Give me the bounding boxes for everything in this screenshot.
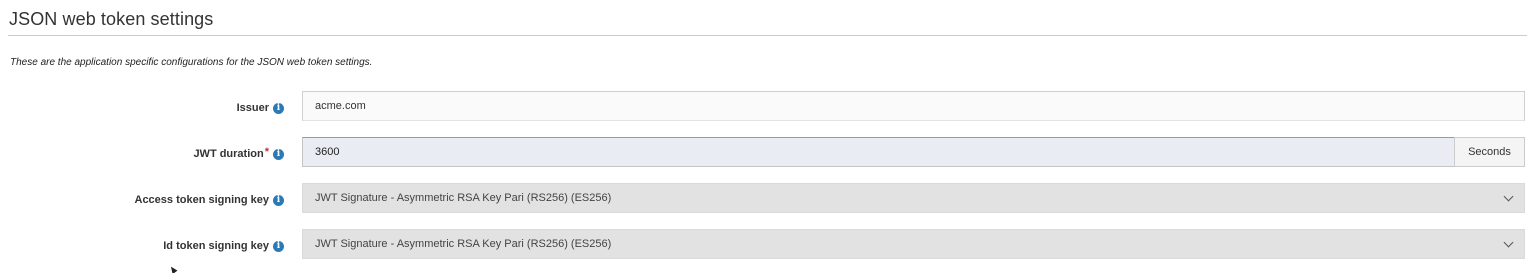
access-token-signing-key-row: Access token signing key i JWT Signature…: [0, 183, 1535, 213]
chevron-down-icon: [1503, 191, 1514, 201]
id-token-label-group: Id token signing key i: [163, 231, 284, 261]
jwt-duration-label-group: JWT duration * i: [193, 139, 284, 169]
duration-unit-addon: Seconds: [1454, 137, 1525, 167]
access-token-signing-key-select[interactable]: JWT Signature - Asymmetric RSA Key Pari …: [302, 183, 1525, 213]
issuer-label-group: Issuer i: [237, 93, 284, 123]
id-token-signing-key-label: Id token signing key: [163, 240, 269, 252]
section-description: These are the application specific confi…: [10, 57, 373, 68]
access-token-signing-key-label: Access token signing key: [134, 194, 270, 206]
mouse-cursor-icon: [168, 264, 178, 273]
issuer-row: Issuer i: [0, 91, 1535, 121]
chevron-down-icon: [1503, 237, 1514, 247]
section-title: JSON web token settings: [9, 9, 214, 29]
jwt-duration-label: JWT duration: [193, 148, 264, 160]
info-icon[interactable]: i: [273, 240, 284, 252]
id-token-signing-key-select[interactable]: JWT Signature - Asymmetric RSA Key Pari …: [302, 229, 1525, 259]
info-icon[interactable]: i: [273, 102, 284, 114]
select-value: JWT Signature - Asymmetric RSA Key Pari …: [315, 238, 612, 250]
issuer-label: Issuer: [236, 102, 269, 114]
required-marker: *: [264, 146, 269, 158]
section-divider: [8, 35, 1527, 36]
info-icon[interactable]: i: [273, 194, 284, 206]
select-value: JWT Signature - Asymmetric RSA Key Pari …: [315, 192, 612, 204]
jwt-duration-input[interactable]: [302, 137, 1454, 167]
jwt-settings-panel: JSON web token settings These are the ap…: [0, 0, 1535, 273]
issuer-input[interactable]: [302, 91, 1525, 121]
jwt-duration-row: JWT duration * i Seconds: [0, 137, 1535, 167]
info-icon[interactable]: i: [273, 148, 284, 160]
id-token-signing-key-row: Id token signing key i JWT Signature - A…: [0, 229, 1535, 259]
access-token-label-group: Access token signing key i: [134, 185, 284, 215]
